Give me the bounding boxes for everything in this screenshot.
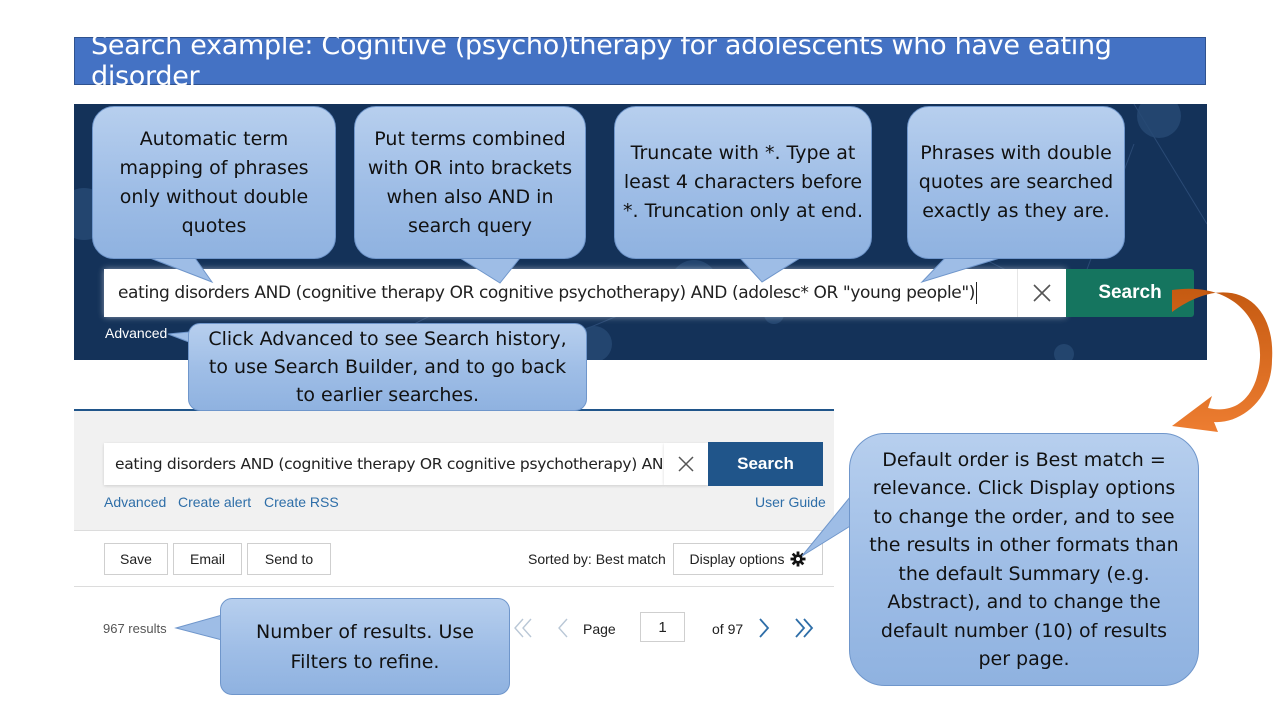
callout-truncation: Truncate with *. Type at least 4 charact… (614, 106, 872, 259)
slide-title-text: Search example: Cognitive (psycho)therap… (91, 30, 1112, 92)
gear-icon (790, 551, 806, 567)
create-alert-link[interactable]: Create alert (178, 494, 251, 510)
callout-display-options: Default order is Best match = relevance.… (849, 433, 1199, 686)
sorted-by-label: Sorted by: Best match (528, 551, 666, 567)
callout-truncation-text: Truncate with *. Type at least 4 charact… (623, 142, 864, 222)
callout-phrases: Phrases with double quotes are searched … (907, 106, 1125, 259)
page-label: Page (583, 621, 616, 637)
save-button[interactable]: Save (104, 543, 168, 575)
hero-advanced-link[interactable]: Advanced (105, 325, 167, 341)
next-page-icon[interactable] (756, 617, 772, 639)
callout-results: Number of results. Use Filters to refine… (220, 598, 510, 695)
toolbar-divider (74, 586, 834, 587)
close-icon (678, 456, 694, 472)
callout-phrases-text: Phrases with double quotes are searched … (918, 142, 1114, 222)
callout-display-text: Default order is Best match = relevance.… (869, 448, 1179, 671)
callout-results-pointer (174, 614, 223, 641)
first-page-icon[interactable] (512, 617, 534, 639)
callout-results-text: Number of results. Use Filters to refine… (256, 620, 474, 673)
callout-brackets: Put terms combined with OR into brackets… (354, 106, 586, 259)
callout-term-mapping: Automatic term mapping of phrases only w… (92, 106, 336, 259)
email-button[interactable]: Email (173, 543, 242, 575)
results-count: 967 results (103, 621, 167, 636)
results-clear-button[interactable] (664, 443, 708, 485)
results-search-input[interactable]: eating disorders AND (cognitive therapy … (104, 443, 664, 485)
callout-advanced: Click Advanced to see Search history, to… (188, 323, 587, 411)
slide-title: Search example: Cognitive (psycho)therap… (74, 30, 1206, 92)
callout-term-mapping-text: Automatic term mapping of phrases only w… (119, 127, 309, 237)
user-guide-link[interactable]: User Guide (755, 494, 826, 510)
advanced-link[interactable]: Advanced (104, 494, 166, 510)
hero-search-query: eating disorders AND (cognitive therapy … (118, 283, 976, 303)
create-rss-link[interactable]: Create RSS (264, 494, 339, 510)
previous-page-icon[interactable] (555, 617, 571, 639)
text-caret (976, 282, 978, 304)
hero-clear-button[interactable] (1017, 269, 1065, 317)
display-options-button[interactable]: Display options (673, 543, 823, 575)
hero-search-button[interactable]: Search (1066, 269, 1194, 317)
last-page-icon[interactable] (792, 617, 816, 639)
page-number-input[interactable]: 1 (640, 612, 685, 642)
callout-brackets-text: Put terms combined with OR into brackets… (367, 127, 573, 237)
close-icon (1032, 284, 1051, 302)
callout-advanced-text: Click Advanced to see Search history, to… (208, 328, 567, 406)
display-options-label: Display options (689, 551, 785, 567)
hero-search-input[interactable]: eating disorders AND (cognitive therapy … (104, 269, 1066, 317)
results-search-button[interactable]: Search (708, 442, 823, 486)
send-to-button[interactable]: Send to (247, 543, 331, 575)
page-total: of 97 (712, 621, 744, 637)
